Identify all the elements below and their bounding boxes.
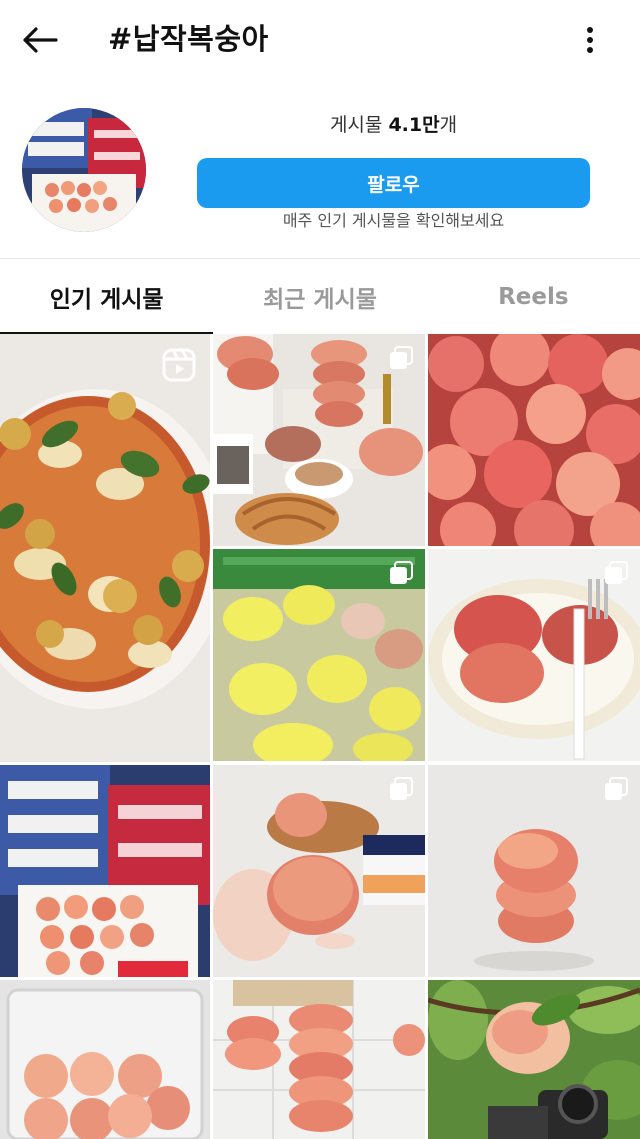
top-bar: #납작복숭아 <box>0 0 640 80</box>
multiple-photos-icon <box>390 561 413 584</box>
post-tile[interactable] <box>0 334 210 762</box>
post-tile[interactable] <box>428 334 640 546</box>
post-tile[interactable] <box>428 765 640 977</box>
more-options-button[interactable] <box>570 20 610 60</box>
multiple-photos-icon <box>390 777 413 800</box>
reels-icon <box>162 348 196 382</box>
post-grid <box>0 334 640 1139</box>
post-count-value: 4.1만 <box>388 114 440 136</box>
tab-recent-posts[interactable]: 최근 게시물 <box>213 259 426 334</box>
post-tile[interactable] <box>428 549 640 761</box>
tab-top-posts[interactable]: 인기 게시물 <box>0 259 214 334</box>
follow-button[interactable]: 팔로우 <box>197 158 590 208</box>
tab-reels[interactable]: Reels <box>427 259 640 334</box>
post-count: 게시물 4.1만개 <box>329 114 458 136</box>
post-tile[interactable] <box>213 334 425 546</box>
post-tile[interactable] <box>0 980 210 1139</box>
post-tile[interactable] <box>213 549 425 761</box>
follow-subtitle: 매주 인기 게시물을 확인해보세요 <box>282 211 505 230</box>
more-vertical-icon <box>587 27 593 53</box>
multiple-photos-icon <box>605 561 628 584</box>
post-tile[interactable] <box>428 980 640 1139</box>
multiple-photos-icon <box>605 777 628 800</box>
post-tile[interactable] <box>213 980 425 1139</box>
multiple-photos-icon <box>390 346 413 369</box>
hashtag-title: #납작복숭아 <box>108 22 269 56</box>
arrow-left-icon <box>23 27 58 53</box>
post-tile[interactable] <box>0 765 210 977</box>
post-tile[interactable] <box>213 765 425 977</box>
hashtag-avatar <box>22 108 146 232</box>
back-button[interactable] <box>18 20 62 60</box>
content-tabs: 인기 게시물 최근 게시물 Reels <box>0 259 640 334</box>
